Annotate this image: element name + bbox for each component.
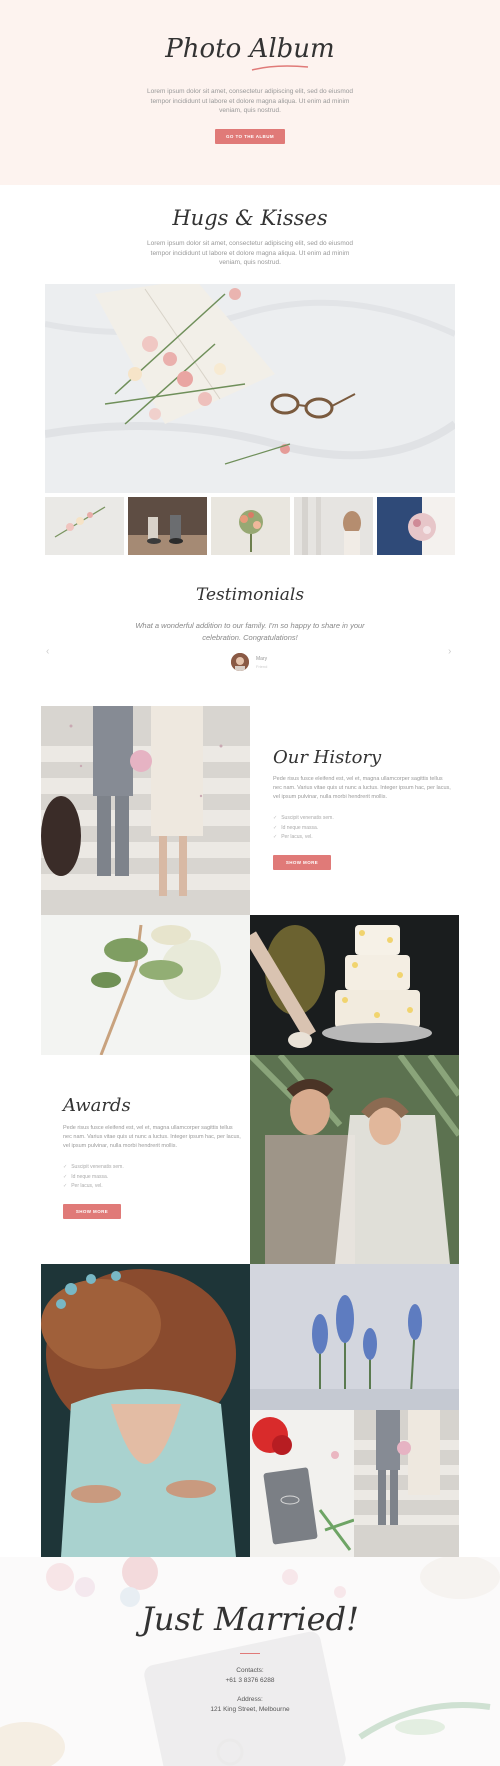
awards-text: Pede risus fusce eleifend est, vel et, m… — [63, 1125, 241, 1149]
chevron-left-icon[interactable]: ‹ — [46, 646, 49, 657]
list-item: Id neque massa. — [273, 824, 334, 834]
list-item: Id neque massa. — [63, 1173, 124, 1183]
list-item: Suscipit venenatis sem. — [63, 1163, 124, 1173]
footer-divider — [240, 1653, 260, 1654]
blue-flowers-photo[interactable] — [250, 1264, 459, 1410]
address-label: Address: — [237, 1696, 263, 1703]
avatar — [231, 653, 249, 671]
wedding-cake-photo[interactable] — [250, 915, 459, 1055]
awards-card — [41, 1055, 250, 1264]
history-show-more-button[interactable]: SHOW MORE — [273, 855, 331, 870]
contact-phone[interactable]: +61 3 8376 6288 — [0, 1677, 500, 1684]
main-gallery-photo[interactable] — [45, 284, 455, 493]
history-text: Pede risus fusce eleifend est, vel et, m… — [273, 776, 451, 800]
title-underline-decoration — [251, 65, 309, 71]
list-item: Suscipit venenatis sem. — [273, 814, 334, 824]
couple-stairs-photo[interactable] — [41, 706, 250, 915]
hero-description: Lorem ipsum dolor sit amet, consectetur … — [147, 88, 353, 114]
branch-vase-photo[interactable] — [41, 915, 250, 1055]
go-to-album-button[interactable]: GO TO THE ALBUM — [215, 129, 285, 144]
chevron-right-icon[interactable]: › — [448, 646, 451, 657]
gallery-thumb-bouquet-dress[interactable] — [377, 497, 455, 555]
history-card — [250, 706, 459, 915]
page-title: Photo Album — [165, 34, 335, 64]
list-item: Per lacus, vel. — [273, 833, 334, 843]
awards-show-more-button[interactable]: SHOW MORE — [63, 1204, 121, 1219]
gallery-thumb-bride-curtain[interactable] — [294, 497, 373, 555]
testimonial-author-name: Mary — [256, 656, 268, 662]
history-title: Our History — [273, 747, 382, 768]
awards-checklist: Suscipit venenatis sem. Id neque massa. … — [63, 1163, 124, 1192]
testimonial-quote: What a wonderful addition to our family.… — [135, 621, 365, 642]
footer-section — [0, 1557, 500, 1766]
history-checklist: Suscipit venenatis sem. Id neque massa. … — [273, 814, 334, 843]
testimonials-title: Testimonials — [195, 585, 305, 605]
hugs-description: Lorem ipsum dolor sit amet, consectetur … — [147, 240, 353, 266]
contacts-label: Contacts: — [236, 1667, 264, 1674]
awards-title: Awards — [63, 1095, 131, 1116]
footer-background-decoration — [0, 1557, 500, 1766]
marriage-certificate-photo[interactable] — [250, 1410, 354, 1557]
list-item: Per lacus, vel. — [63, 1182, 124, 1192]
gallery-thumb-flowers-book[interactable] — [45, 497, 124, 555]
testimonial-author-role: Friend — [256, 664, 268, 669]
couple-smiling-photo[interactable] — [250, 1055, 459, 1264]
gallery-thumb-shoes[interactable] — [128, 497, 207, 555]
gallery-thumb-bouquet[interactable] — [211, 497, 290, 555]
contact-address: 121 King Street, Melbourne — [210, 1706, 290, 1713]
footer-title: Just Married! — [141, 1600, 359, 1638]
bride-lace-back-photo[interactable] — [41, 1264, 250, 1557]
couple-stairs-small-photo[interactable] — [354, 1410, 459, 1557]
hugs-title: Hugs & Kisses — [172, 206, 328, 230]
